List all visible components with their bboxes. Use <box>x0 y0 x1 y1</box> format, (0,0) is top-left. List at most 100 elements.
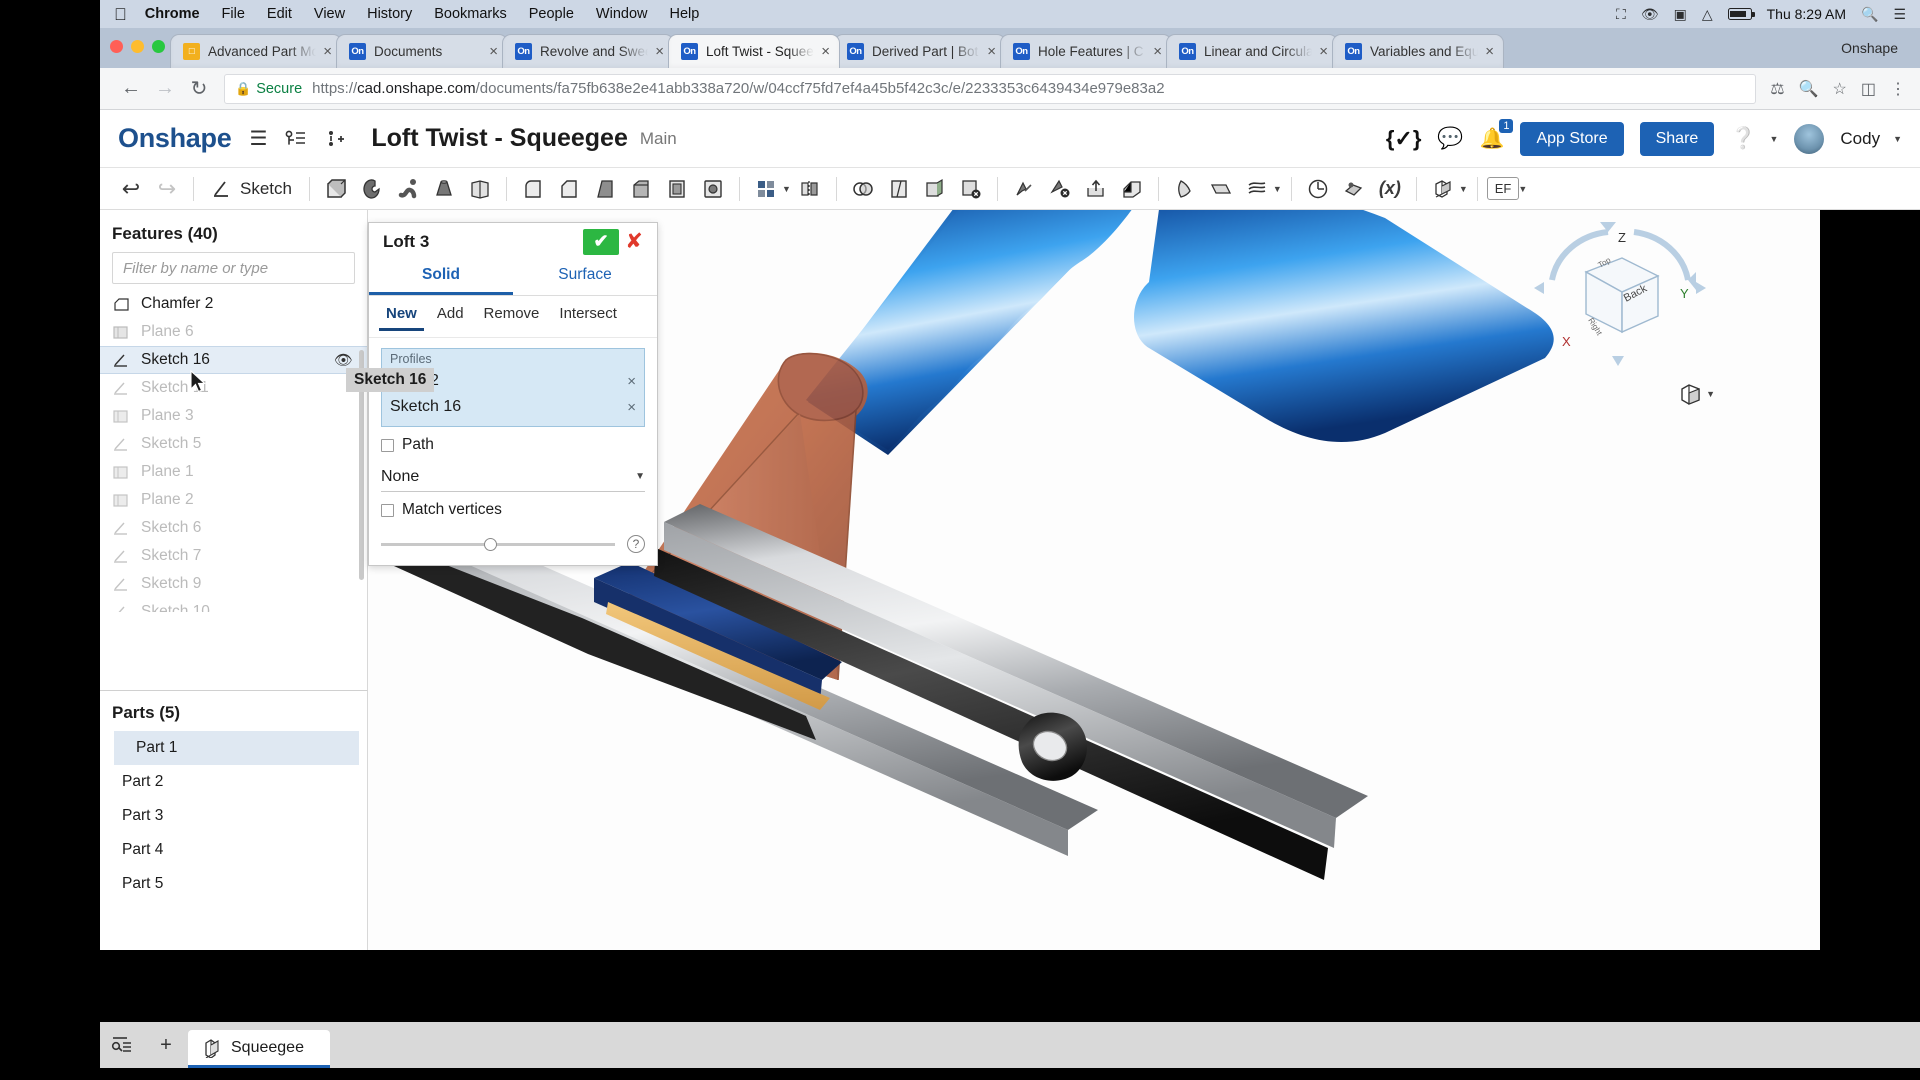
surface-icon[interactable] <box>1168 173 1202 205</box>
cancel-button[interactable]: ✘ <box>619 229 649 255</box>
display-mode-control[interactable]: ▼ <box>1677 380 1715 408</box>
tab-surface[interactable]: Surface <box>513 260 657 295</box>
remove-profile-icon[interactable]: × <box>627 373 636 390</box>
help-icon[interactable]: ❔ <box>1730 127 1756 151</box>
os-menu-edit[interactable]: Edit <box>267 6 292 22</box>
battery-icon[interactable] <box>1727 8 1755 20</box>
featurescript-icon[interactable]: {✓} <box>1386 126 1422 152</box>
os-menu-people[interactable]: People <box>529 6 574 22</box>
close-icon[interactable]: × <box>652 43 667 60</box>
chevron-down-icon[interactable]: ▼ <box>782 184 791 194</box>
window-close-button[interactable] <box>110 40 123 53</box>
avatar[interactable] <box>1794 123 1825 154</box>
notification-bell-icon[interactable]: 🔔 1 <box>1480 119 1514 151</box>
ef-button[interactable]: EF <box>1486 177 1520 200</box>
chamfer-icon[interactable] <box>552 173 586 205</box>
wifi-icon[interactable]: △ <box>1702 6 1713 23</box>
boolean-icon[interactable] <box>846 173 880 205</box>
os-menu-bookmarks[interactable]: Bookmarks <box>434 6 507 22</box>
sketch-button[interactable]: Sketch <box>203 179 300 199</box>
match-vertices-row[interactable]: Match vertices <box>369 492 657 521</box>
remove-profile-icon[interactable]: × <box>627 399 636 416</box>
window-zoom-button[interactable] <box>152 40 165 53</box>
browser-tab[interactable]: On Documents × <box>336 34 508 68</box>
zoom-icon[interactable]: 🔍 <box>1799 79 1819 99</box>
measure-icon[interactable] <box>1301 173 1335 205</box>
extrude-icon[interactable] <box>319 173 353 205</box>
slider-knob[interactable] <box>483 537 497 551</box>
close-icon[interactable]: × <box>1482 43 1497 60</box>
version-graph-icon[interactable] <box>285 129 307 149</box>
features-list[interactable]: Chamfer 2 Plane 6 Sketch 16 👁 Sketch 11 … <box>100 290 367 612</box>
export-icon[interactable] <box>1115 173 1149 205</box>
part-item[interactable]: Part 4 <box>100 833 367 867</box>
transform-icon[interactable] <box>1007 173 1041 205</box>
eye-icon[interactable]: 👁 <box>334 351 353 369</box>
part-item[interactable]: Part 5 <box>100 867 367 901</box>
feature-item[interactable]: Plane 1 <box>100 458 367 486</box>
sweep-icon[interactable] <box>391 173 425 205</box>
close-icon[interactable]: × <box>1150 43 1165 60</box>
move-face-icon[interactable] <box>918 173 952 205</box>
onshape-logo[interactable]: Onshape <box>118 123 232 154</box>
feature-item[interactable]: Sketch 6 <box>100 514 367 542</box>
confirm-button[interactable]: ✔ <box>583 228 619 255</box>
undo-icon[interactable]: ↩ <box>114 173 148 205</box>
question-mark-icon[interactable]: ? <box>627 535 645 553</box>
user-name[interactable]: Cody <box>1840 129 1880 149</box>
feature-item[interactable]: Sketch 10 <box>100 598 367 612</box>
address-bar[interactable]: 🔒 Secure https:// cad.onshape.com /docum… <box>224 73 1757 104</box>
browser-tab[interactable]: On Linear and Circula × <box>1166 34 1338 68</box>
assembly-icon[interactable] <box>1426 173 1460 205</box>
mirror-icon[interactable] <box>793 173 827 205</box>
share-button[interactable]: Share <box>1639 121 1715 156</box>
feature-item[interactable]: Chamfer 2 <box>100 290 367 318</box>
close-icon[interactable]: × <box>486 43 501 60</box>
browser-tab[interactable]: On Revolve and Swee × <box>502 34 674 68</box>
pattern-icon[interactable] <box>749 173 783 205</box>
back-icon[interactable]: ← <box>114 77 148 100</box>
feature-item[interactable]: Sketch 9 <box>100 570 367 598</box>
fillet-icon[interactable] <box>516 173 550 205</box>
chevron-down-icon[interactable]: ▼ <box>1518 184 1527 194</box>
reload-icon[interactable]: ↻ <box>182 76 216 101</box>
path-select[interactable]: None ▼ <box>381 462 645 492</box>
tab-list-icon[interactable] <box>100 1022 144 1068</box>
chevron-down-icon[interactable]: ▼ <box>1706 389 1715 399</box>
draft-icon[interactable] <box>588 173 622 205</box>
star-icon[interactable]: ☆ <box>1833 79 1847 99</box>
browser-tab-active[interactable]: On Loft Twist - Squee × <box>668 34 840 68</box>
feature-item[interactable]: Plane 3 <box>100 402 367 430</box>
forward-icon[interactable]: → <box>148 77 182 100</box>
part-item[interactable]: Part 1 <box>114 731 359 765</box>
cast-icon[interactable]: ◫ <box>1861 79 1876 99</box>
document-branch[interactable]: Main <box>640 129 677 149</box>
feature-item[interactable]: Sketch 5 <box>100 430 367 458</box>
path-checkbox[interactable] <box>381 438 394 452</box>
app-store-button[interactable]: App Store <box>1520 121 1624 156</box>
split-icon[interactable] <box>882 173 916 205</box>
document-title[interactable]: Loft Twist - Squeegee <box>371 124 628 153</box>
loft-icon[interactable] <box>427 173 461 205</box>
view-cube[interactable]: Z Y X Back Right Top <box>1530 220 1710 395</box>
part-item[interactable]: Part 2 <box>100 765 367 799</box>
browser-tab[interactable]: □ Advanced Part Mo × <box>170 34 342 68</box>
chevron-down-icon[interactable]: ▼ <box>635 471 645 482</box>
os-menu-chrome[interactable]: Chrome <box>145 6 200 22</box>
eye-icon[interactable]: 👁 <box>1641 6 1659 23</box>
window-minimize-button[interactable] <box>131 40 144 53</box>
list-icon[interactable]: ☰ <box>1893 6 1906 23</box>
delete-part-icon[interactable] <box>1043 173 1077 205</box>
match-vertices-checkbox[interactable] <box>381 503 394 517</box>
chevron-down-icon[interactable]: ▼ <box>1769 134 1778 144</box>
os-menu-history[interactable]: History <box>367 6 412 22</box>
display-icon[interactable]: ▣ <box>1674 6 1687 23</box>
profile-item[interactable]: Sketch 16 × <box>390 394 636 420</box>
airplay-icon[interactable]: ⛶ <box>1616 6 1626 23</box>
plane-icon[interactable] <box>1204 173 1238 205</box>
insert-version-icon[interactable] <box>325 129 345 149</box>
path-checkbox-row[interactable]: Path <box>369 427 657 456</box>
features-filter-input[interactable]: Filter by name or type <box>112 252 355 284</box>
close-icon[interactable]: × <box>984 43 999 60</box>
loft-slider[interactable] <box>381 537 615 551</box>
